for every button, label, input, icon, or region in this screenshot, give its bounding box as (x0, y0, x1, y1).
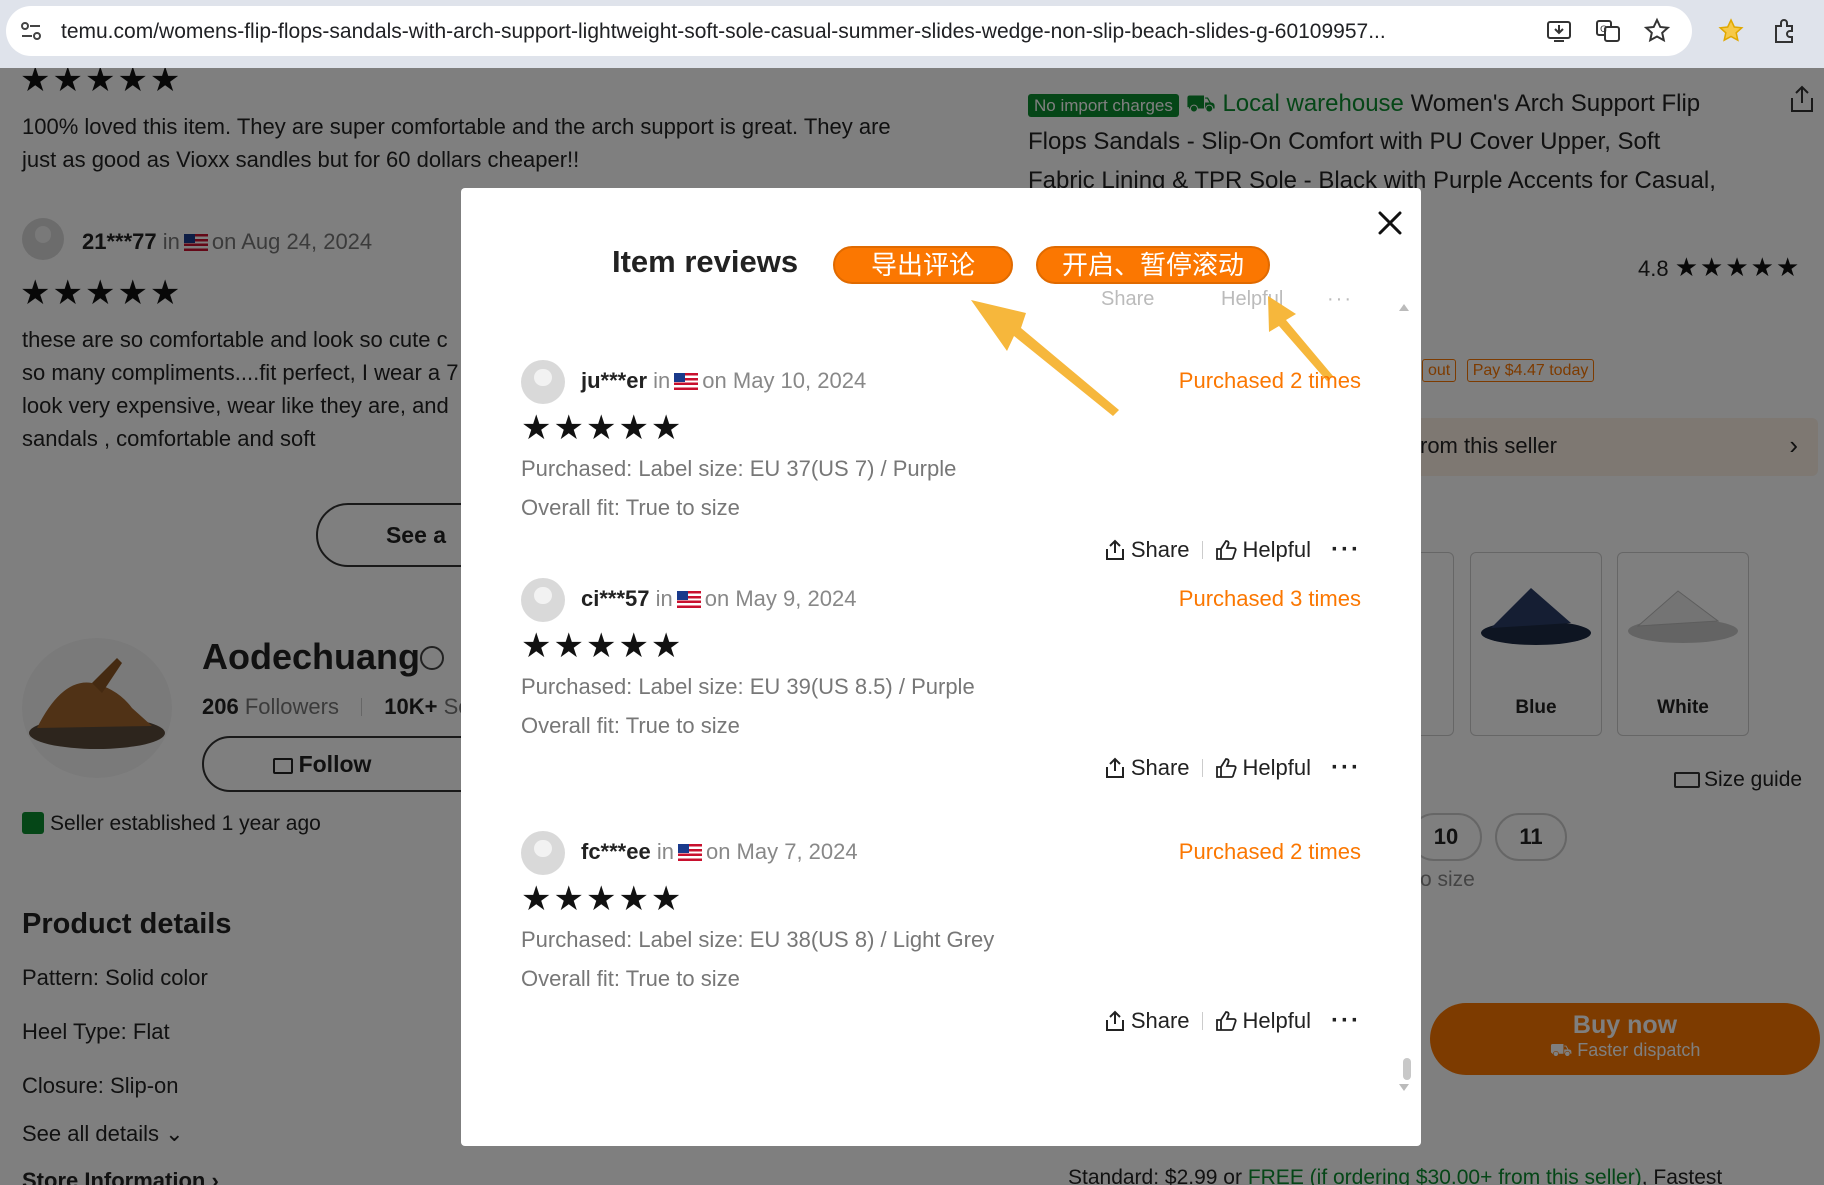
overall-fit: Overall fit: True to size (521, 495, 740, 520)
extensions-puzzle-icon[interactable] (1771, 17, 1799, 45)
overall-fit: Overall fit: True to size (521, 713, 740, 738)
helpful-label: Helpful (1242, 1008, 1312, 1033)
share-button[interactable]: Share (1105, 1008, 1190, 1034)
reviewer-name: ju***er (581, 368, 648, 393)
helpful-button[interactable]: Helpful (1215, 1008, 1311, 1034)
helpful-button[interactable]: Helpful (1215, 755, 1311, 781)
translate-icon[interactable]: G (1594, 17, 1622, 45)
svg-text:G: G (1600, 25, 1607, 35)
avatar (521, 360, 565, 404)
purchase-info: Purchased: Label size: EU 38(US 8) / Lig… (521, 927, 995, 952)
browser-toolbar: temu.com/womens-flip-flops-sandals-with-… (0, 0, 1824, 68)
avatar (521, 831, 565, 875)
purchase-info: Purchased: Label size: EU 39(US 8.5) / P… (521, 674, 975, 699)
purchase-info: Purchased: Label size: EU 37(US 7) / Pur… (521, 456, 957, 481)
share-label: Share (1130, 1008, 1190, 1033)
in-label: in (655, 586, 673, 611)
scroll-down-arrow[interactable] (1399, 1084, 1409, 1091)
avatar (521, 578, 565, 622)
share-label: Share (1130, 755, 1190, 780)
in-label: in (656, 839, 674, 864)
reviewer-header: ci***57 in on May 9, 2024 (581, 586, 856, 612)
share-button[interactable]: Share (1105, 537, 1190, 563)
us-flag-icon (674, 373, 699, 390)
review-item: fc***ee in on May 7, 2024 Purchased 2 tim… (521, 831, 1361, 1061)
scrollbar-thumb[interactable] (1403, 1058, 1411, 1080)
thumbs-up-icon (1215, 540, 1237, 560)
extension-star-icon[interactable] (1717, 17, 1745, 45)
share-label: Share (1130, 537, 1190, 562)
helpful-label: Helpful (1242, 755, 1312, 780)
more-options-icon[interactable]: ··· (1331, 536, 1361, 564)
share-icon (1105, 1010, 1124, 1031)
reviewer-name: fc***ee (581, 839, 651, 864)
overall-fit: Overall fit: True to size (521, 966, 740, 991)
thumbs-up-icon (1215, 1011, 1237, 1031)
review-item: ju***er in on May 10, 2024 Purchased 2 ti… (521, 360, 1361, 590)
helpful-button[interactable]: Helpful (1215, 537, 1311, 563)
share-button[interactable]: Share (1105, 755, 1190, 781)
us-flag-icon (676, 591, 701, 608)
purchased-times: Purchased 3 times (1178, 586, 1361, 611)
review-date: on May 10, 2024 (702, 368, 867, 393)
bookmark-star-icon[interactable] (1643, 17, 1671, 45)
thumbs-up-icon (1215, 758, 1237, 778)
site-info-icon[interactable] (20, 20, 42, 42)
in-label: in (653, 368, 671, 393)
reviewer-header: ju***er in on May 10, 2024 (581, 368, 866, 394)
address-bar[interactable]: temu.com/womens-flip-flops-sandals-with-… (6, 6, 1692, 56)
more-options-icon[interactable]: ··· (1331, 1007, 1361, 1035)
review-actions: Share Helpful ··· (1105, 1007, 1361, 1035)
scroll-up-arrow[interactable] (1399, 304, 1409, 311)
share-icon (1105, 757, 1124, 778)
reviewer-header: fc***ee in on May 7, 2024 (581, 839, 858, 865)
rating-stars: ★★★★★ (521, 627, 684, 665)
purchased-times: Purchased 2 times (1178, 368, 1361, 393)
us-flag-icon (677, 844, 702, 861)
reviewer-name: ci***57 (581, 586, 650, 611)
review-date: on May 7, 2024 (705, 839, 858, 864)
more-options-icon[interactable]: ··· (1331, 754, 1361, 782)
purchased-times: Purchased 2 times (1178, 839, 1361, 864)
rating-stars: ★★★★★ (521, 409, 684, 447)
rating-stars: ★★★★★ (521, 880, 684, 918)
install-app-icon[interactable] (1545, 17, 1573, 45)
share-icon (1105, 539, 1124, 560)
url-text: temu.com/womens-flip-flops-sandals-with-… (61, 20, 1386, 43)
review-item: ci***57 in on May 9, 2024 Purchased 3 tim… (521, 578, 1361, 808)
item-reviews-modal: Item reviews 导出评论 开启、暂停滚动 Share Helpful … (461, 188, 1421, 1146)
helpful-label: Helpful (1242, 537, 1312, 562)
review-actions: Share Helpful ··· (1105, 536, 1361, 564)
review-actions: Share Helpful ··· (1105, 754, 1361, 782)
review-date: on May 9, 2024 (704, 586, 857, 611)
